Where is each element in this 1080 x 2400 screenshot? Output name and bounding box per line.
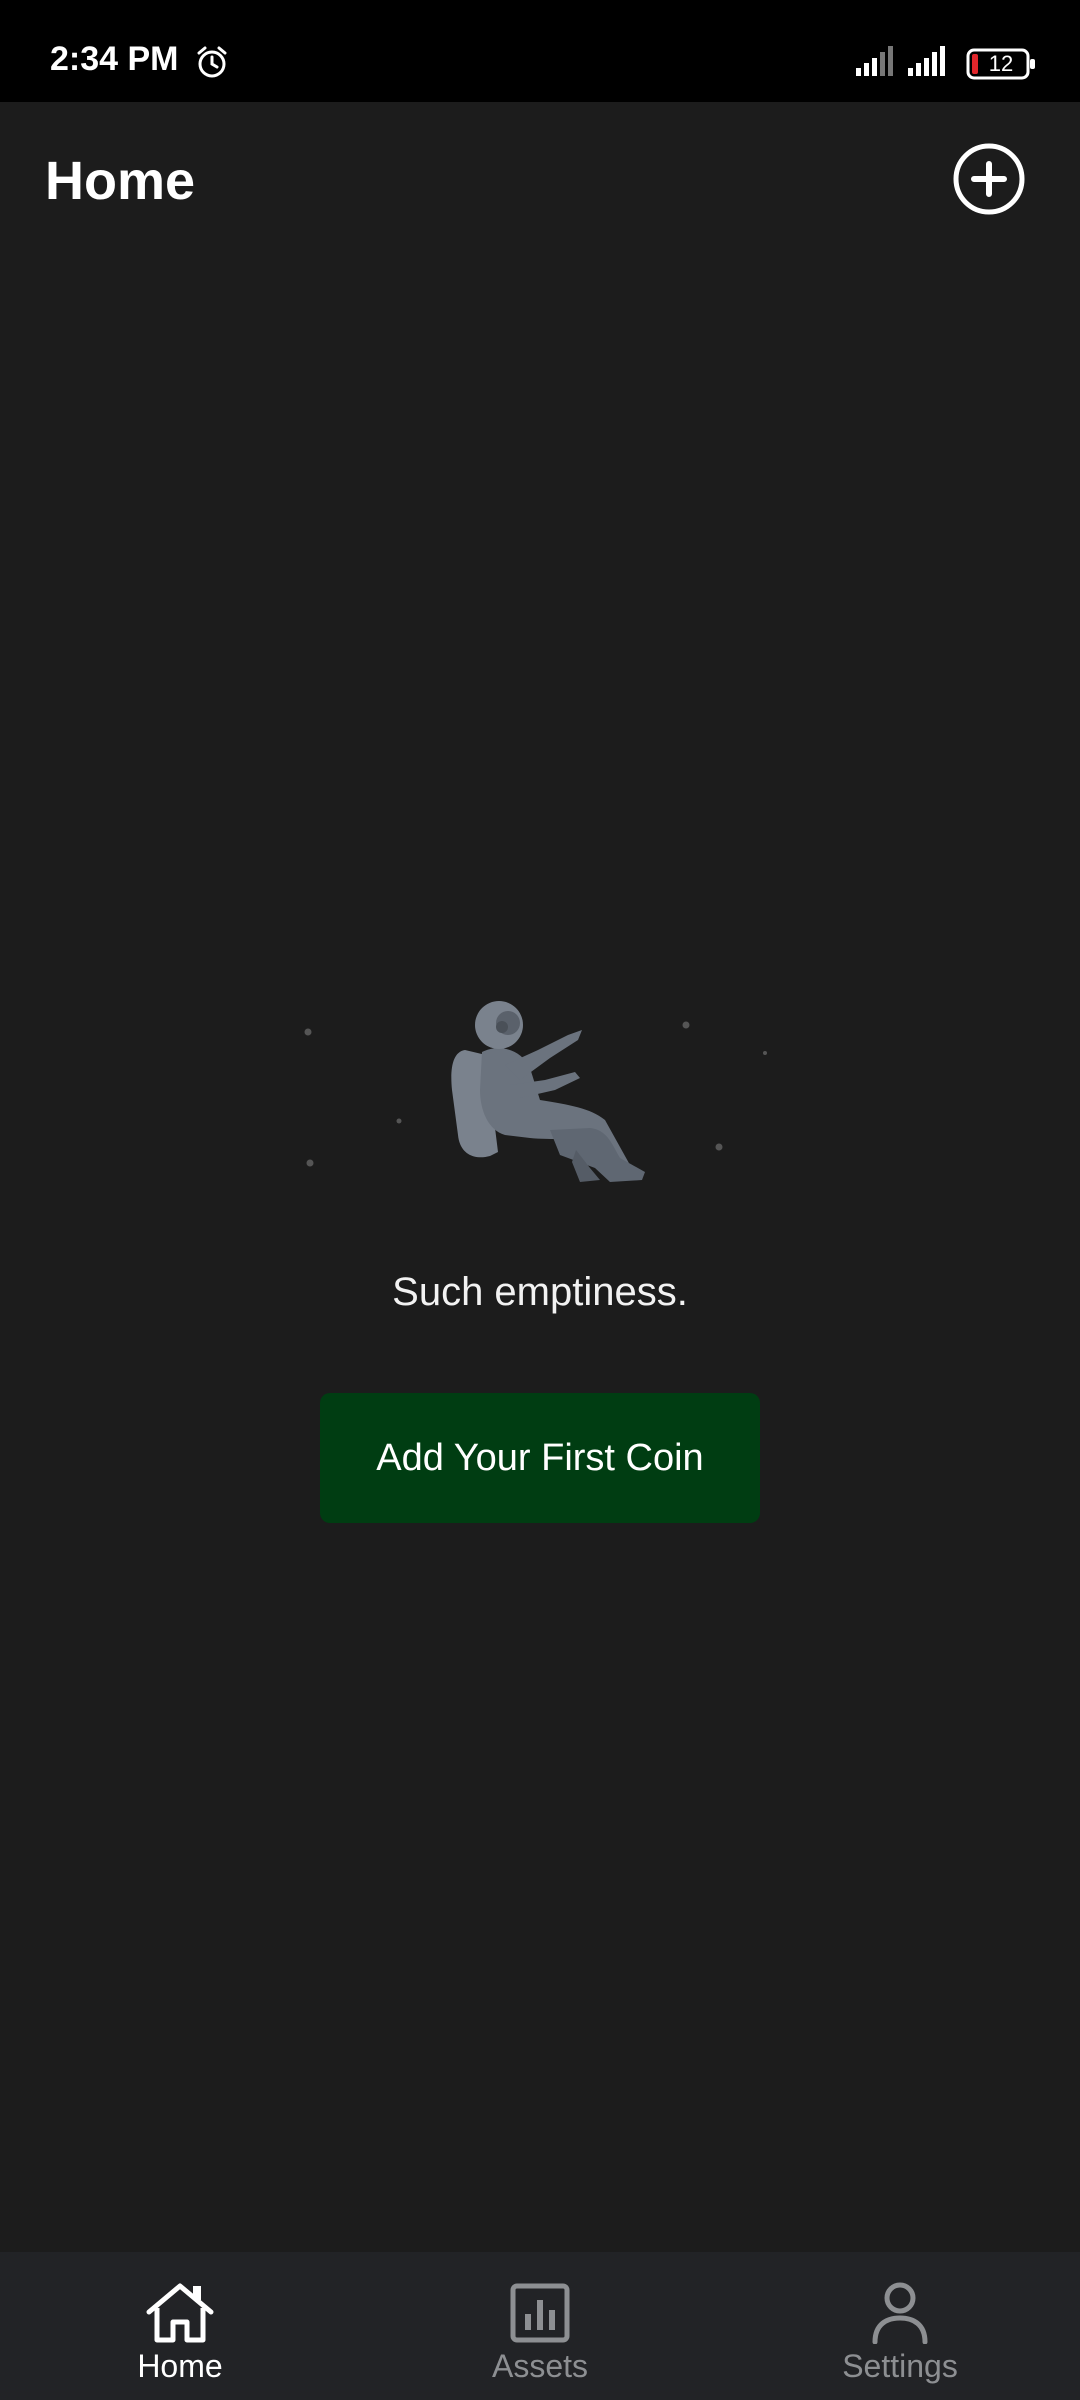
signal-icon	[908, 46, 945, 76]
signal-icon	[856, 46, 893, 76]
plus-circle-icon[interactable]	[952, 142, 1026, 216]
empty-state-message: Such emptiness.	[392, 1270, 688, 1314]
nav-item-assets[interactable]: Assets	[360, 2252, 720, 2400]
nav-label-home: Home	[137, 2348, 223, 2384]
status-bar: 2:34 PM 12	[0, 0, 1080, 102]
user-icon	[872, 2282, 928, 2344]
astronaut-illustration	[304, 1001, 767, 1182]
add-first-coin-button[interactable]: Add Your First Coin	[320, 1393, 760, 1523]
nav-item-settings[interactable]: Settings	[720, 2252, 1080, 2400]
page-title: Home	[45, 151, 196, 211]
home-icon	[146, 2283, 214, 2343]
battery-level: 12	[988, 51, 1014, 76]
nav-item-home[interactable]: Home	[0, 2252, 360, 2400]
bottom-navigation: Home Assets Settings	[0, 2252, 1080, 2400]
app-header: Home	[0, 102, 1080, 257]
bar-chart-icon	[510, 2283, 570, 2343]
alarm-icon	[197, 46, 227, 78]
nav-label-settings: Settings	[842, 2348, 958, 2384]
status-time: 2:34 PM	[50, 40, 179, 78]
nav-label-assets: Assets	[491, 2348, 589, 2384]
